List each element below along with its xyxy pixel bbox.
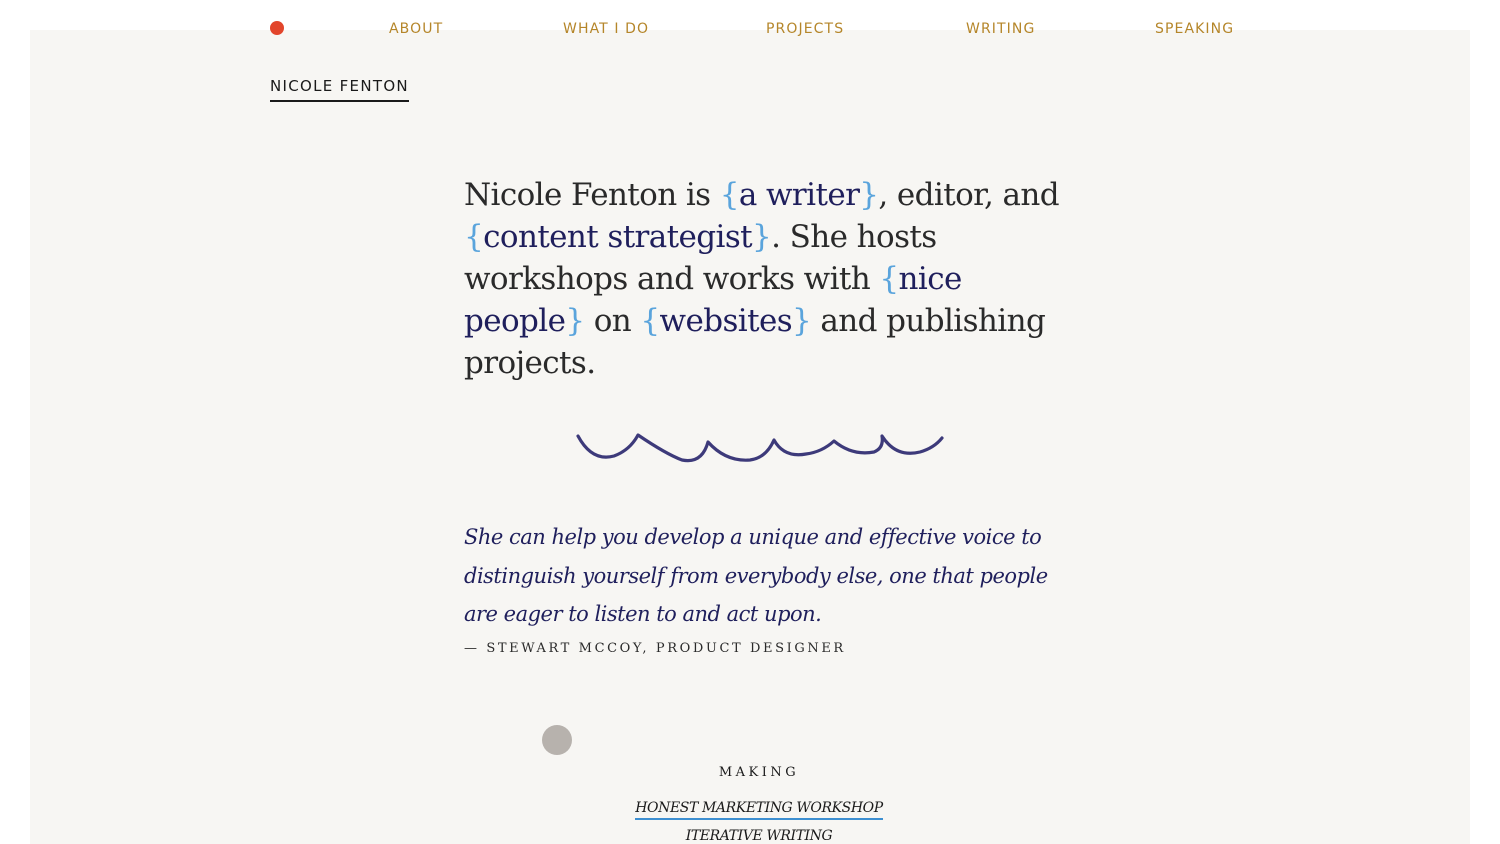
intro-text-4: on	[584, 303, 641, 339]
highlight-writer: a writer	[738, 177, 860, 213]
open-brace: {	[879, 261, 899, 297]
making-link-row: ITERATIVE WRITING	[0, 828, 1500, 844]
open-brace: {	[719, 177, 740, 213]
honest-marketing-workshop-link[interactable]: HONEST MARKETING WORKSHOP	[635, 800, 883, 820]
nav-what-i-do[interactable]: WHAT I DO	[563, 21, 649, 37]
nav-writing[interactable]: WRITING	[966, 21, 1035, 37]
wave-divider-icon	[576, 433, 944, 463]
intro-statement: Nicole Fenton is {a writer}, editor, and…	[464, 174, 1084, 384]
intro-text-2: , editor, and	[878, 177, 1059, 213]
testimonial-attribution: — STEWART MCCOY, PRODUCT DESIGNER	[464, 641, 846, 656]
close-brace: }	[752, 219, 772, 255]
open-brace: {	[640, 303, 660, 339]
testimonial-quote: She can help you develop a unique and ef…	[464, 525, 1048, 626]
close-brace: }	[565, 303, 585, 339]
close-brace: }	[859, 177, 879, 213]
highlight-content-strategist: content strategist	[483, 219, 752, 255]
iterative-writing-link[interactable]: ITERATIVE WRITING	[686, 828, 833, 844]
site-name[interactable]: NICOLE FENTON	[270, 77, 409, 102]
close-brace: }	[792, 303, 812, 339]
open-brace: {	[464, 219, 484, 255]
nav-projects[interactable]: PROJECTS	[766, 21, 844, 37]
home-dot-icon[interactable]	[270, 21, 284, 35]
making-heading: MAKING	[718, 765, 800, 780]
intro-text-1: Nicole Fenton is	[464, 177, 720, 213]
highlight-websites: websites	[659, 303, 793, 339]
nav-about[interactable]: ABOUT	[389, 21, 443, 37]
making-link-row: HONEST MARKETING WORKSHOP	[0, 800, 1500, 820]
scroll-indicator-dot	[542, 725, 572, 755]
nav-speaking[interactable]: SPEAKING	[1155, 21, 1234, 37]
